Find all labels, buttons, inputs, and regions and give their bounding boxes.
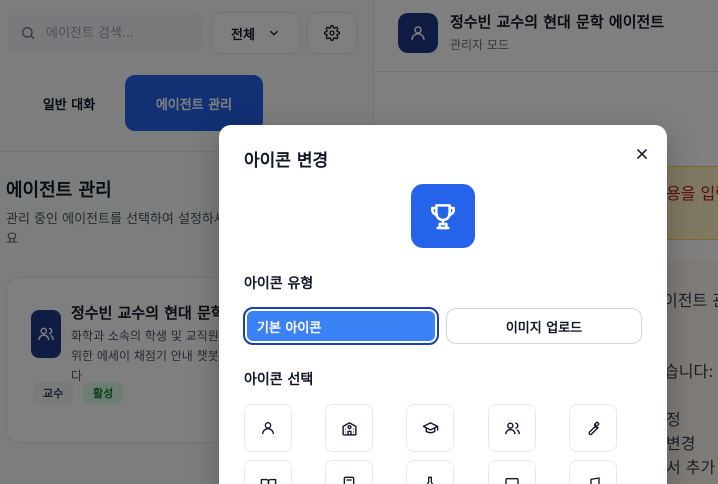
user-icon [262,422,274,435]
wrench-icon [588,421,600,436]
icon-option-wrench[interactable] [569,404,617,452]
book-icon [260,478,276,484]
default-icon-option[interactable]: 기본 아이콘 [243,307,439,345]
modal-title: 아이콘 변경 [244,151,329,171]
music-icon [590,477,600,484]
close-icon [637,149,647,159]
icon-select-label: 아이콘 선택 [244,372,314,388]
close-button[interactable] [629,141,655,167]
icon-change-modal: 아이콘 변경 아이콘 유형 기본 아이콘 이미지 업로드 아이콘 선택 [219,125,667,484]
school-icon [341,421,357,436]
icon-option-book[interactable] [244,460,292,484]
users-icon [504,421,520,434]
graduation-cap-icon [422,421,438,433]
calculator-icon [343,476,355,484]
icon-option-user[interactable] [244,404,292,452]
flask-icon [426,476,434,484]
icon-option-calculator[interactable] [325,460,373,484]
monitor-icon [505,478,519,484]
option-label: 이미지 업로드 [505,320,583,336]
icon-option-monitor[interactable] [488,460,536,484]
icon-option-users[interactable] [488,404,536,452]
icon-preview [411,184,475,248]
option-label: 기본 아이콘 [257,320,322,336]
icon-type-label: 아이콘 유형 [244,276,314,292]
trophy-icon [431,204,455,230]
icon-option-school[interactable] [325,404,373,452]
icon-option-flask[interactable] [406,460,454,484]
icon-option-graduation[interactable] [406,404,454,452]
image-upload-option[interactable]: 이미지 업로드 [446,308,642,344]
icon-option-music[interactable] [569,460,617,484]
